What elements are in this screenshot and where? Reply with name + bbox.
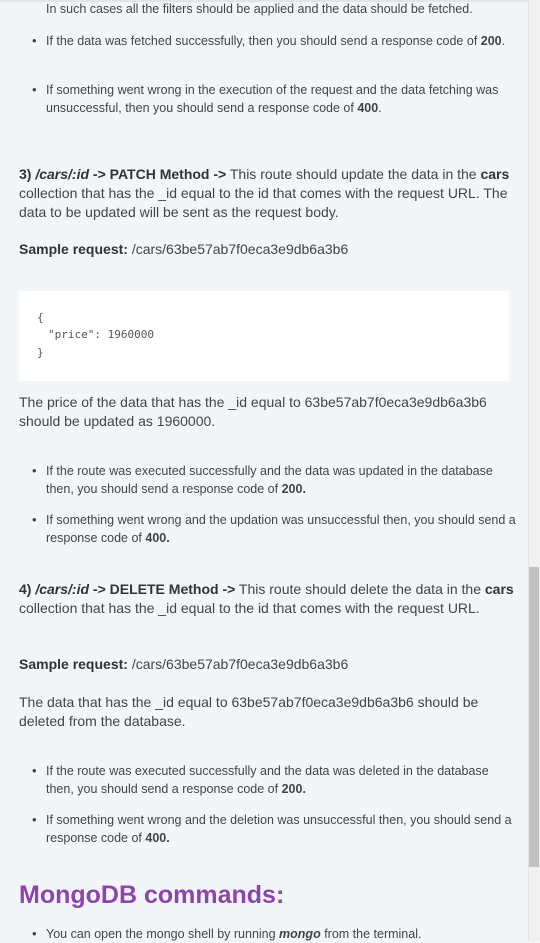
patch-sample-request: Sample request: /cars/63be57ab7f0eca3e9d… (19, 240, 514, 259)
section-heading: MongoDB commands: (19, 881, 285, 909)
list-item: • If the route was executed successfully… (0, 762, 528, 802)
route-number: 3) (19, 166, 36, 182)
list-item: • If the data was fetched successfully, … (0, 32, 528, 72)
sample-value: /cars/63be57ab7f0eca3e9db6a3b6 (127, 241, 349, 257)
list-item-body: from the terminal. (320, 927, 422, 941)
list-item-body: You can open the mongo shell by running (46, 927, 280, 941)
list-item: • If something went wrong and the updati… (0, 511, 528, 551)
collection-name: cars (480, 166, 510, 182)
list-item: • You can open the mongo shell by runnin… (0, 925, 528, 943)
route-method: DELETE Method (109, 581, 219, 597)
list-item-text: You can open the mongo shell by running … (46, 925, 516, 943)
route-path: /cars/:id (35, 581, 90, 597)
bullet-icon: • (32, 763, 37, 778)
bullet-icon: • (32, 926, 37, 941)
code-separator: : (94, 328, 108, 341)
code-line: "price": 1960000 (48, 328, 154, 341)
bullet-icon: • (32, 463, 37, 478)
sample-label: Sample request: (19, 241, 128, 257)
status-code: 400. (145, 531, 170, 545)
route-desc: This route should update the data in the (226, 166, 481, 182)
code-block: { "price": 1960000 } (19, 291, 509, 381)
bullet-icon: • (32, 812, 37, 827)
status-code: 400. (145, 831, 170, 845)
list-item-text: If something went wrong in the execution… (46, 83, 499, 115)
list-item-text: If the route was executed successfully a… (46, 762, 516, 798)
status-code: 400 (357, 101, 379, 115)
arrow: -> (89, 581, 110, 597)
bullet-icon: • (32, 82, 37, 97)
route-number: 4) (19, 581, 36, 597)
arrow: -> (209, 166, 227, 182)
status-code: 200 (480, 34, 502, 48)
list-item-body: If something went wrong and the deletion… (46, 813, 512, 845)
list-item: • If something went wrong in the executi… (0, 81, 528, 121)
patch-result: The price of the data that has the _id e… (19, 394, 487, 429)
list-item-text: If something went wrong and the deletion… (46, 811, 516, 847)
list-item-text: If something went wrong and the updation… (46, 511, 516, 547)
route-desc: collection that has the _id equal to the… (19, 185, 508, 220)
route-path: /cars/:id (35, 166, 90, 182)
list-item-text: In such cases all the filters should be … (46, 2, 473, 16)
patch-route-description: 3) /cars/:id -> PATCH Method -> This rou… (19, 165, 514, 222)
list-item-text: If the data was fetched successfully, th… (46, 34, 506, 48)
document-page: In such cases all the filters should be … (0, 0, 528, 941)
list-item-body: If something went wrong and the updation… (46, 513, 516, 545)
status-code: 200. (281, 482, 306, 496)
code-key: "price" (48, 328, 95, 341)
code-value: 1960000 (107, 328, 154, 341)
list-item: In such cases all the filters should be … (0, 0, 528, 18)
delete-sample-request: Sample request: /cars/63be57ab7f0eca3e9d… (19, 655, 514, 674)
delete-result: The data that has the _id equal to 63be5… (19, 694, 479, 729)
vertical-scrollbar[interactable] (528, 0, 540, 941)
code-line: } (37, 346, 44, 359)
route-desc: collection that has the _id equal to the… (19, 600, 480, 616)
command-name: mongo (279, 927, 321, 941)
route-desc: This route should delete the data in the (235, 581, 485, 597)
list-item: • If something went wrong and the deleti… (0, 811, 528, 851)
sample-value: /cars/63be57ab7f0eca3e9db6a3b6 (127, 656, 349, 672)
sample-label: Sample request: (19, 656, 128, 672)
list-item: • If the route was executed successfully… (0, 462, 528, 502)
bullet-icon: • (32, 33, 37, 48)
list-item-text: If the route was executed successfully a… (46, 462, 516, 498)
list-item-body: If the route was executed successfully a… (46, 464, 493, 496)
route-method: PATCH Method (109, 166, 210, 182)
list-item-body: If the route was executed successfully a… (46, 764, 489, 796)
scrollbar-thumb[interactable] (529, 567, 539, 867)
code-line: { (37, 311, 44, 324)
collection-name: cars (484, 581, 514, 597)
delete-route-description: 4) /cars/:id -> DELETE Method -> This ro… (19, 580, 514, 618)
arrow: -> (89, 166, 110, 182)
bullet-icon: • (32, 512, 37, 527)
arrow: -> (218, 581, 236, 597)
status-code: 200. (281, 782, 306, 796)
